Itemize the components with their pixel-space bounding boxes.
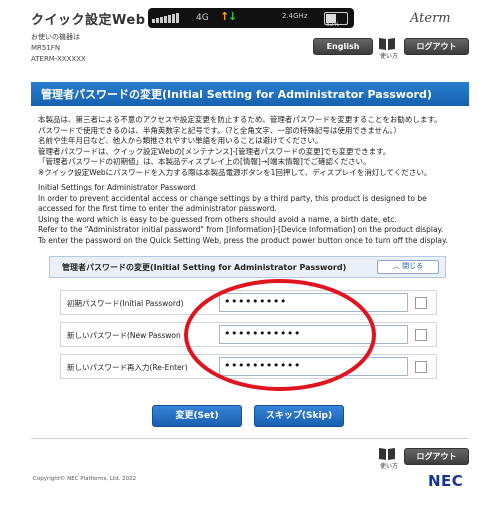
description-english: Initial Settings for Administrator Passw…: [38, 183, 448, 247]
frequency-band: 2.4GHz: [282, 12, 308, 20]
page-title: 管理者パスワードの変更(Initial Setting for Administ…: [41, 88, 432, 101]
device-ssid: ATERM-XXXXXX: [31, 55, 86, 63]
show-password-checkbox[interactable]: [415, 361, 427, 373]
network-type: 4G: [196, 13, 209, 23]
book-icon: [379, 448, 395, 460]
signal-bars-icon: [152, 13, 188, 25]
book-icon: [379, 38, 395, 50]
app-title: クイック設定Web: [31, 13, 146, 28]
device-info-label: お使いの機器は: [31, 33, 80, 41]
device-info: お使いの機器は MR51FN ATERM-XXXXXX: [31, 32, 86, 65]
footer-manual-label: 使い方: [380, 463, 399, 470]
page-title-bar: 管理者パスワードの変更(Initial Setting for Administ…: [31, 82, 469, 106]
description-line: Refer to the "Administrator initial pass…: [38, 225, 444, 235]
initial-password-label: 初期パスワード(Initial Password): [67, 299, 184, 308]
skip-button[interactable]: スキップ(Skip): [254, 405, 344, 427]
aterm-logo: Aterm: [410, 11, 451, 26]
collapse-button[interactable]: ︿ 閉じる: [377, 260, 439, 274]
description-line: In order to prevent accidental access or…: [38, 193, 427, 203]
copyright: Copyright© NEC Platforms, Ltd. 2022: [33, 476, 137, 482]
collapse-label: 閉じる: [402, 262, 424, 270]
description-line: ※クイック設定Webにパスワードを入力する際は本製品電源ボタンを1回押して、ディ…: [38, 167, 432, 177]
battery-percent: 52%: [326, 21, 340, 28]
password-panel-header: 管理者パスワードの変更(Initial Setting for Administ…: [49, 256, 446, 278]
description-line: 管理者パスワードは、クイック設定Webの[メンテナンス]-[管理者パスワードの変…: [38, 146, 391, 156]
description-line: Using the word which is easy to be guess…: [38, 214, 397, 224]
manual-label: 使い方: [380, 53, 399, 60]
description-line: To enter the password on the Quick Setti…: [38, 235, 448, 245]
footer-logout-button[interactable]: ログアウト: [404, 448, 469, 465]
description-line: 名前や生年月日など、他人から類推されやすい単語を用いることは避けてください。: [38, 136, 323, 146]
description-japanese: 本製品は、第三者による不意のアクセスや設定変更を防止するため、管理者パスワードを…: [38, 115, 442, 179]
manual-button[interactable]: 使い方: [378, 36, 400, 60]
nec-logo: NEC: [428, 472, 464, 490]
english-button[interactable]: English: [313, 38, 373, 55]
device-status-bar: 4G ↑ ↓ 2.4GHz 52%: [148, 8, 354, 28]
description-line: 「管理者パスワードの初期値」は、本製品ディスプレイ上の[情報]→[端末情報]でご…: [38, 157, 371, 167]
new-password-label: 新しいパスワード(New Passwon: [67, 331, 181, 340]
footer-manual-button[interactable]: 使い方: [378, 446, 400, 470]
description-line: パスワードで使用できるのは、半角英数字と記号です。（?と全角文字、一部の特殊記号…: [38, 125, 401, 135]
description-line: Initial Settings for Administrator Passw…: [38, 183, 196, 192]
show-password-checkbox[interactable]: [415, 329, 427, 341]
description-line: 本製品は、第三者による不意のアクセスや設定変更を防止するため、管理者パスワードを…: [38, 115, 442, 124]
description-line: accessed for the first time to enter the…: [38, 204, 277, 214]
footer-divider: [31, 438, 469, 439]
chevron-up-icon: ︿: [392, 262, 400, 270]
annotation-circle: [184, 279, 376, 391]
set-button[interactable]: 変更(Set): [152, 405, 242, 427]
device-model: MR51FN: [31, 44, 61, 52]
logout-button[interactable]: ログアウト: [404, 38, 469, 55]
show-password-checkbox[interactable]: [415, 297, 427, 309]
download-arrow-icon: ↓: [228, 10, 238, 23]
reenter-password-label: 新しいパスワード再入力(Re-Enter): [67, 363, 188, 372]
panel-title: 管理者パスワードの変更(Initial Setting for Administ…: [62, 263, 347, 272]
